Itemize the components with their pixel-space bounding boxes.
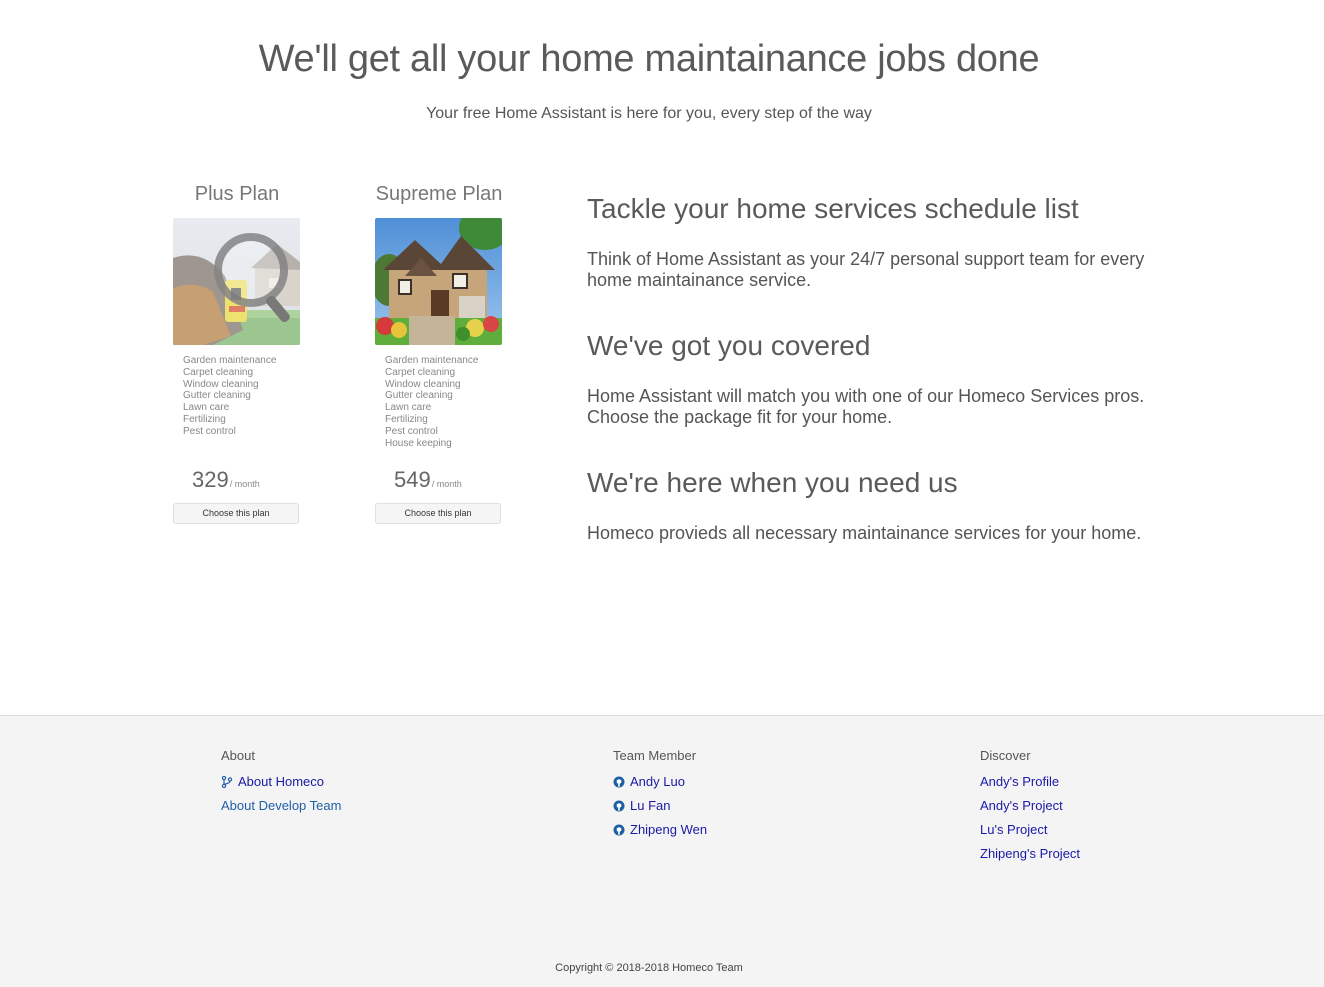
footer-discover-column: Discover Andy's Profile Andy's Project L… (980, 748, 1080, 866)
github-icon (613, 796, 625, 812)
plan-price: 329/ month (192, 467, 301, 497)
page-subtitle: Your free Home Assistant is here for you… (426, 105, 872, 122)
plan-price: 549/ month (394, 467, 503, 497)
plan-name: Plus Plan (194, 183, 280, 205)
plan-feature: Lawn care (385, 402, 432, 414)
github-icon (613, 772, 625, 788)
about-develop-team-link[interactable]: About Develop Team (221, 794, 341, 818)
supreme-plan-image (375, 218, 502, 345)
plan-feature: Garden maintenance (385, 355, 479, 366)
plan-feature: Window cleaning (385, 378, 461, 390)
plan-card-plus: Plus Plan Garden maintenance Carpet clea… (173, 183, 301, 524)
plan-name: Supreme Plan (375, 183, 503, 205)
plan-feature: Pest control (183, 425, 236, 437)
plan-card-supreme: Supreme Plan Garden maintenance Carpet c… (375, 183, 503, 524)
plan-feature: Gutter cleaning (183, 390, 251, 402)
link-label: Lu Fan (630, 798, 671, 813)
plus-plan-image (173, 218, 300, 345)
footer-heading: Team Member (613, 748, 697, 763)
page-title: We'll get all your home maintainance job… (258, 38, 1040, 80)
choose-supreme-plan-button[interactable]: Choose this plan (375, 503, 501, 524)
feature-text: Think of Home Assistant as your 24/7 per… (587, 249, 1145, 290)
footer-about-column: About About Homeco About Develop Team (221, 748, 341, 818)
andys-profile-link[interactable]: Andy's Profile (980, 770, 1080, 794)
feature-text: Home Assistant will match you with one o… (587, 386, 1145, 427)
team-member-andy-link[interactable]: Andy Luo (613, 770, 707, 794)
plan-feature: Fertilizing (183, 413, 226, 425)
andys-project-link[interactable]: Andy's Project (980, 794, 1080, 818)
feature-heading: We've got you covered (587, 330, 871, 361)
plan-feature: Lawn care (183, 402, 230, 414)
code-branch-icon (221, 772, 233, 789)
lus-project-link[interactable]: Lu's Project (980, 818, 1080, 842)
link-label: Andy Luo (630, 774, 685, 789)
choose-plus-plan-button[interactable]: Choose this plan (173, 503, 299, 524)
copyright: Copyright © 2018-2018 Homeco Team (555, 962, 743, 974)
price-amount: 329 (192, 467, 229, 492)
price-amount: 549 (394, 467, 431, 492)
footer-heading: Discover (980, 748, 1031, 763)
plan-feature: Window cleaning (183, 378, 259, 390)
zhipengs-project-link[interactable]: Zhipeng's Project (980, 842, 1080, 866)
plan-feature: Fertilizing (385, 413, 428, 425)
github-icon (613, 820, 625, 836)
feature-text: Homeco provieds all necessary maintainan… (587, 523, 1142, 543)
plan-feature: Carpet cleaning (183, 366, 254, 378)
plan-feature: Carpet cleaning (385, 366, 456, 378)
team-member-zhipeng-link[interactable]: Zhipeng Wen (613, 818, 707, 842)
price-period: / month (229, 479, 260, 489)
footer-heading: About (221, 748, 255, 763)
link-label: Zhipeng Wen (630, 822, 708, 837)
plan-feature-list: Garden maintenance Carpet cleaning Windo… (375, 355, 503, 457)
plan-feature: House keeping (385, 437, 452, 449)
plan-feature: Gutter cleaning (385, 390, 453, 402)
footer: About About Homeco About Develop Team Te… (0, 715, 1324, 987)
plan-feature: Garden maintenance (183, 355, 277, 366)
feature-schedule: Tackle your home services schedule list … (587, 193, 1187, 291)
feature-covered: We've got you covered Home Assistant wil… (587, 330, 1187, 428)
price-period: / month (431, 479, 462, 489)
feature-heading: Tackle your home services schedule list (587, 193, 1079, 224)
feature-heading: We're here when you need us (587, 467, 958, 498)
footer-team-column: Team Member Andy Luo Lu Fan Zhipeng Wen (613, 748, 707, 842)
team-member-lu-link[interactable]: Lu Fan (613, 794, 707, 818)
feature-support: We're here when you need us Homeco provi… (587, 467, 1187, 544)
plan-feature-list: Garden maintenance Carpet cleaning Windo… (173, 355, 301, 457)
about-homeco-link[interactable]: About Homeco (221, 770, 341, 794)
plan-feature: Pest control (385, 425, 438, 437)
link-label: About Homeco (238, 774, 324, 789)
